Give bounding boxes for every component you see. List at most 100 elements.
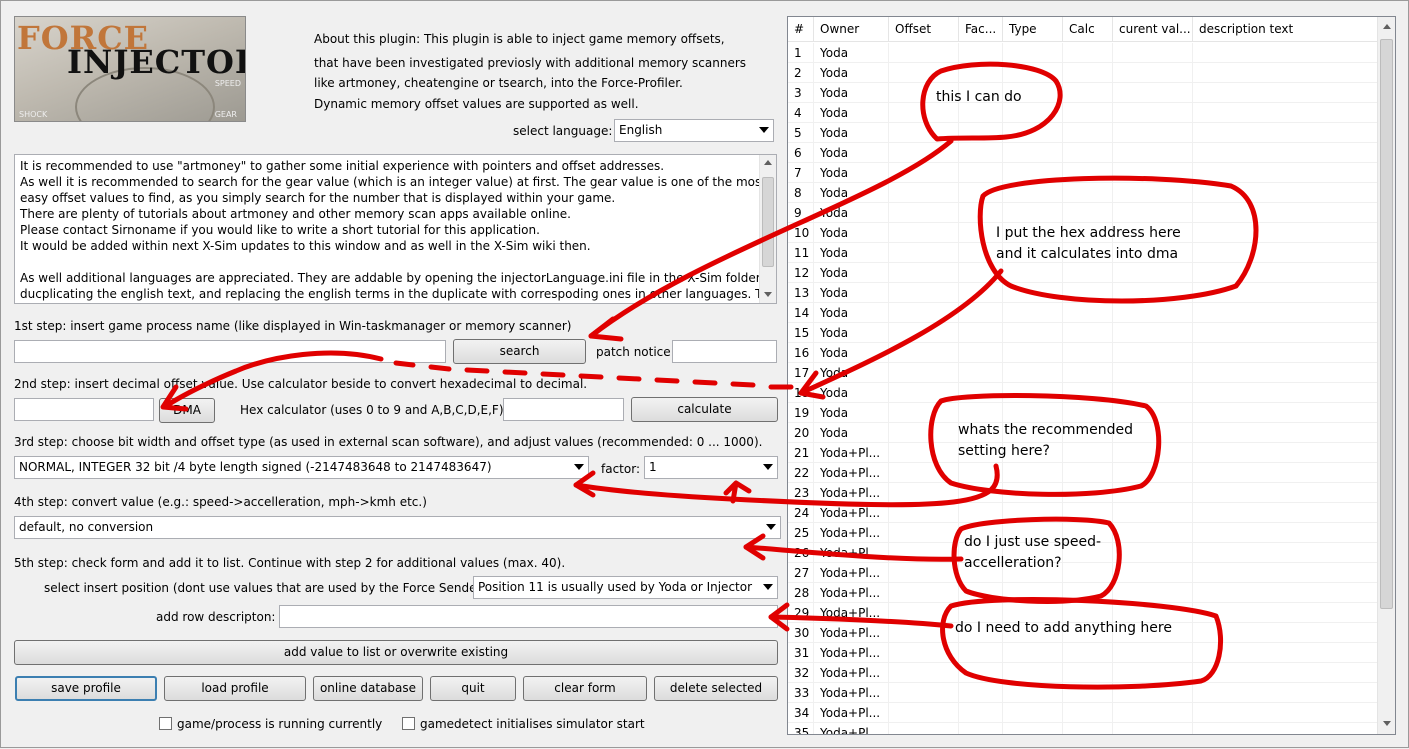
row-cell <box>1003 203 1063 223</box>
online-database-button[interactable]: online database <box>313 676 423 701</box>
table-row[interactable]: 8 Yoda <box>788 183 1378 203</box>
table-row[interactable]: 33 Yoda+Pl... <box>788 683 1378 703</box>
row-cell <box>1113 63 1193 83</box>
row-cell <box>1193 203 1378 223</box>
hex-input[interactable] <box>503 398 624 421</box>
search-button[interactable]: search <box>453 339 586 364</box>
row-cell <box>1003 483 1063 503</box>
row-cell <box>959 343 1003 363</box>
table-row[interactable]: 7 Yoda <box>788 163 1378 183</box>
table-row[interactable]: 2 Yoda <box>788 63 1378 83</box>
language-select[interactable]: English <box>614 119 774 142</box>
row-cell <box>1003 323 1063 343</box>
header-current-value[interactable]: curent val... <box>1113 17 1193 42</box>
info-line: There are plenty of tutorials about artm… <box>20 207 571 221</box>
row-cell <box>1003 583 1063 603</box>
row-cell <box>1113 523 1193 543</box>
grid-scrollbar[interactable] <box>1377 17 1395 734</box>
scroll-up-icon[interactable] <box>760 155 776 171</box>
header-owner[interactable]: Owner <box>814 17 889 42</box>
row-cell <box>1113 143 1193 163</box>
game-running-checkbox[interactable] <box>159 717 172 730</box>
table-row[interactable]: 6 Yoda <box>788 143 1378 163</box>
header-factor[interactable]: Fac... <box>959 17 1003 42</box>
table-row[interactable]: 16 Yoda <box>788 343 1378 363</box>
table-row[interactable]: 27 Yoda+Pl... <box>788 563 1378 583</box>
header-description[interactable]: description text <box>1193 17 1378 42</box>
row-number-cell: 21 <box>788 443 814 463</box>
dma-button[interactable]: DMA <box>159 398 215 423</box>
gamedetect-checkbox[interactable] <box>402 717 415 730</box>
row-owner-cell: Yoda <box>814 203 889 223</box>
row-cell <box>889 603 959 623</box>
row-cell <box>889 583 959 603</box>
row-owner-cell: Yoda+Pl... <box>814 563 889 583</box>
row-cell <box>1003 683 1063 703</box>
table-row[interactable]: 12 Yoda <box>788 263 1378 283</box>
row-number-cell: 14 <box>788 303 814 323</box>
patch-notice-input[interactable] <box>672 340 777 363</box>
table-row[interactable]: 3 Yoda <box>788 83 1378 103</box>
scroll-down-icon[interactable] <box>760 287 776 303</box>
insert-position-select[interactable]: Position 11 is usually used by Yoda or I… <box>473 576 778 599</box>
table-row[interactable]: 18 Yoda <box>788 383 1378 403</box>
table-row[interactable]: 32 Yoda+Pl... <box>788 663 1378 683</box>
row-cell <box>1193 243 1378 263</box>
table-row[interactable]: 24 Yoda+Pl... <box>788 503 1378 523</box>
table-row[interactable]: 22 Yoda+Pl... <box>788 463 1378 483</box>
row-cell <box>1113 463 1193 483</box>
add-value-button[interactable]: add value to list or overwrite existing <box>14 640 778 665</box>
table-row[interactable]: 35 Yoda+Pl... <box>788 723 1378 734</box>
table-row[interactable]: 1 Yoda <box>788 43 1378 63</box>
decimal-offset-input[interactable] <box>14 398 154 421</box>
delete-selected-button[interactable]: delete selected <box>654 676 778 701</box>
row-owner-cell: Yoda <box>814 303 889 323</box>
conversion-select[interactable]: default, no conversion <box>14 516 781 539</box>
select-language-label: select language: <box>513 124 613 138</box>
offset-type-select[interactable]: NORMAL, INTEGER 32 bit /4 byte length si… <box>14 456 589 479</box>
table-row[interactable]: 13 Yoda <box>788 283 1378 303</box>
row-cell <box>889 223 959 243</box>
table-row[interactable]: 5 Yoda <box>788 123 1378 143</box>
table-row[interactable]: 9 Yoda <box>788 203 1378 223</box>
info-scrollbar[interactable] <box>759 155 776 303</box>
row-cell <box>1113 303 1193 323</box>
table-row[interactable]: 14 Yoda <box>788 303 1378 323</box>
clear-form-button[interactable]: clear form <box>523 676 647 701</box>
header-calc[interactable]: Calc <box>1063 17 1113 42</box>
table-row[interactable]: 15 Yoda <box>788 323 1378 343</box>
row-cell <box>1113 43 1193 63</box>
table-row[interactable]: 34 Yoda+Pl... <box>788 703 1378 723</box>
table-row[interactable]: 23 Yoda+Pl... <box>788 483 1378 503</box>
header-number[interactable]: # <box>788 17 814 42</box>
table-row[interactable]: 21 Yoda+Pl... <box>788 443 1378 463</box>
row-cell <box>1193 723 1378 734</box>
quit-button[interactable]: quit <box>430 676 516 701</box>
info-textarea[interactable]: It is recommended to use "artmoney" to g… <box>14 154 777 304</box>
row-number-cell: 32 <box>788 663 814 683</box>
process-name-input[interactable] <box>14 340 446 363</box>
row-cell <box>959 63 1003 83</box>
table-row[interactable]: 17 Yoda <box>788 363 1378 383</box>
row-cell <box>1193 303 1378 323</box>
scroll-down-icon[interactable] <box>1378 716 1395 732</box>
factor-select[interactable]: 1 <box>644 456 778 479</box>
header-offset[interactable]: Offset <box>889 17 959 42</box>
load-profile-button[interactable]: load profile <box>164 676 306 701</box>
row-cell <box>1193 423 1378 443</box>
scroll-thumb[interactable] <box>1380 39 1393 609</box>
row-cell <box>1003 663 1063 683</box>
table-row[interactable]: 28 Yoda+Pl... <box>788 583 1378 603</box>
scroll-thumb[interactable] <box>762 177 774 267</box>
calculate-button[interactable]: calculate <box>631 397 778 422</box>
row-owner-cell: Yoda+Pl... <box>814 443 889 463</box>
row-cell <box>1193 83 1378 103</box>
scroll-up-icon[interactable] <box>1378 19 1395 35</box>
table-row[interactable]: 31 Yoda+Pl... <box>788 643 1378 663</box>
table-row[interactable]: 4 Yoda <box>788 103 1378 123</box>
row-cell <box>1113 543 1193 563</box>
row-cell <box>1113 723 1193 734</box>
save-profile-button[interactable]: save profile <box>15 676 157 701</box>
header-type[interactable]: Type <box>1003 17 1063 42</box>
row-description-input[interactable] <box>279 605 778 628</box>
